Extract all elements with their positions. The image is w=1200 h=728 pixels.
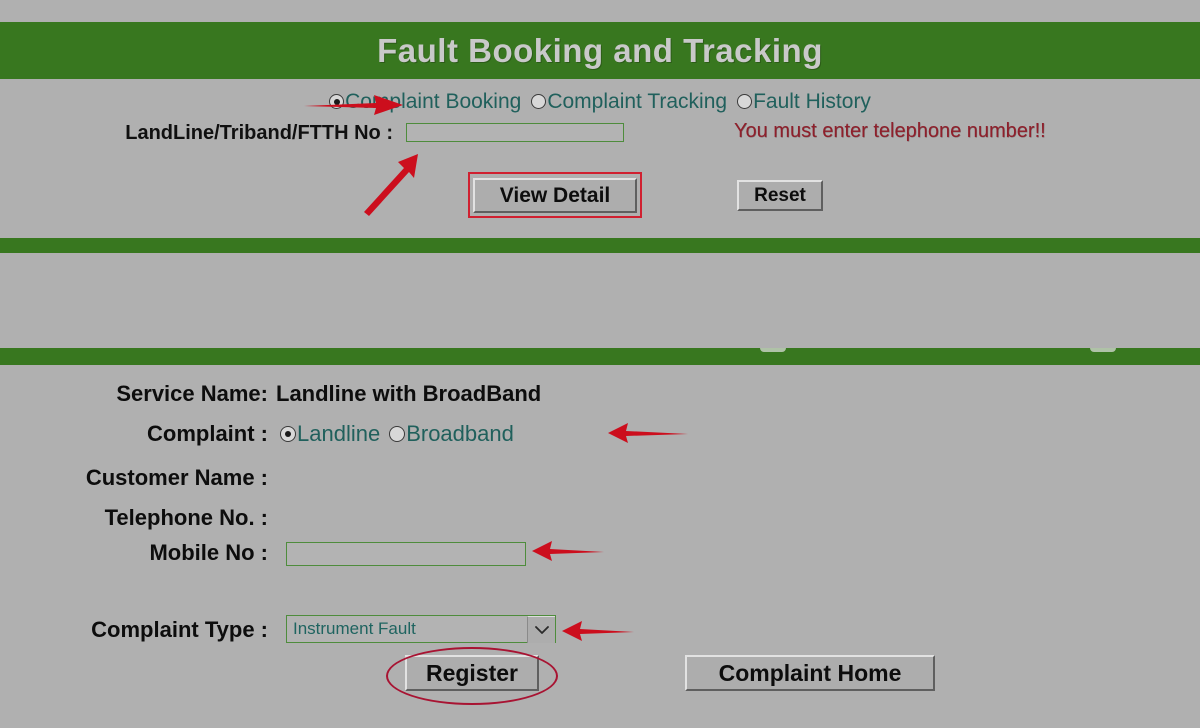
reset-button[interactable]: Reset [737,180,823,211]
radio-complaint-booking-icon[interactable] [329,94,345,109]
chevron-down-icon[interactable] [527,615,555,643]
mobile-no-label: Mobile No : [149,540,268,565]
complaint-label: Complaint : [147,421,268,446]
mode-radio-group: Complaint Booking Complaint Tracking Fault… [0,90,1200,114]
mode-option-fault-history[interactable]: Fault History [737,90,871,114]
mobile-no-input[interactable] [286,542,526,566]
complaint-radio-group: Landline Broadband [280,421,514,447]
arrow-annotation-complaint-radio [608,423,688,443]
complaint-type-selected-value: Instrument Fault [293,619,416,638]
arrow-annotation-mobile-input [532,541,604,561]
view-detail-button[interactable]: View Detail [473,178,637,213]
landline-number-input[interactable] [406,123,624,142]
complaint-type-label: Complaint Type : [91,617,268,642]
service-name-value: Landline with BroadBand [276,381,542,406]
mode-option-complaint-tracking[interactable]: Complaint Tracking [531,90,727,114]
arrow-annotation-complaint-type-select [562,621,634,641]
radio-broadband-icon[interactable] [389,426,406,442]
complaint-type-select[interactable]: Instrument Fault [286,615,556,643]
mode-option-complaint-booking[interactable]: Complaint Booking [329,90,521,114]
fault-booking-page: Fault Booking and Tracking Complaint Boo… [0,0,1200,728]
customer-name-label: Customer Name : [85,465,268,490]
register-button[interactable]: Register [405,655,539,691]
radio-fault-history-icon[interactable] [737,94,753,109]
complaint-option-landline[interactable]: Landline [280,421,380,446]
clipped-text-remnant-right [1090,348,1116,352]
radio-complaint-tracking-icon[interactable] [531,94,547,109]
clipped-text-remnant-left [760,348,786,352]
mode-option-complaint-booking-label: Complaint Booking [345,90,522,113]
landline-number-label: LandLine/Triband/FTTH No : [125,122,393,144]
complaint-option-landline-label: Landline [297,421,381,446]
telephone-error-message: You must enter telephone number!! [734,120,1046,142]
complaint-option-broadband[interactable]: Broadband [389,421,514,446]
green-separator-bar-upper [0,238,1200,253]
mode-option-complaint-tracking-label: Complaint Tracking [547,90,728,113]
page-title: Fault Booking and Tracking [377,31,823,69]
radio-landline-icon[interactable] [280,426,296,442]
telephone-no-label: Telephone No. : [104,505,268,530]
green-separator-bar-lower [0,348,1200,365]
service-name-label: Service Name: [116,381,268,406]
page-header-bar: Fault Booking and Tracking [0,22,1200,79]
mode-option-fault-history-label: Fault History [753,90,871,113]
arrow-annotation-landline-input [364,154,418,216]
complaint-home-button[interactable]: Complaint Home [685,655,935,691]
complaint-option-broadband-label: Broadband [406,421,514,446]
